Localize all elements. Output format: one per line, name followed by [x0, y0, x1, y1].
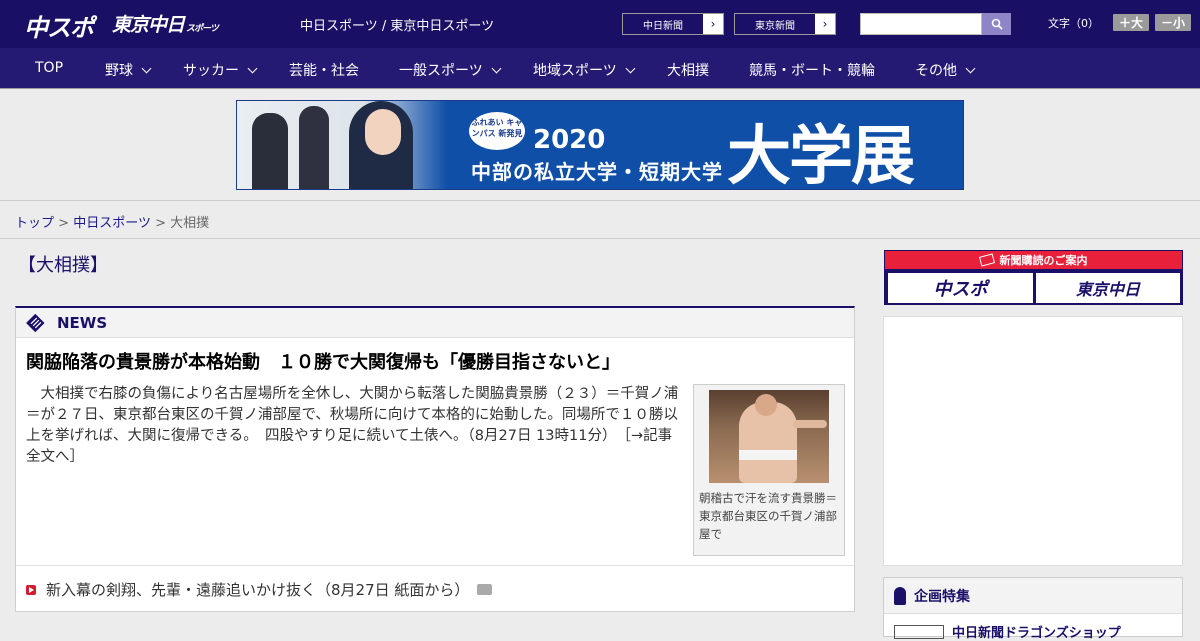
nav-item-other[interactable]: その他	[915, 60, 976, 80]
chunichi-shimbun-label: 中日新聞	[623, 14, 703, 34]
nav-label: 芸能・社会	[289, 63, 359, 79]
nav-item-top[interactable]: TOP	[35, 60, 63, 76]
subscribe-tokyo-chunichi-button[interactable]: 東京中日	[1036, 273, 1180, 303]
ribbon-icon	[894, 586, 906, 605]
nav-item-entertainment[interactable]: 芸能・社会	[289, 60, 359, 80]
breadcrumb-top[interactable]: トップ	[15, 216, 54, 231]
news-headline[interactable]: 関脇陥落の貴景勝が本格始動 １０勝で大関復帰も「優勝目指さないと」	[26, 348, 620, 374]
nav-item-baseball[interactable]: 野球	[105, 60, 152, 80]
chevron-right-icon: ›	[703, 14, 723, 34]
nav-item-sumo[interactable]: 大相撲	[667, 60, 709, 80]
font-bigger-button[interactable]: ＋大	[1113, 14, 1150, 31]
breadcrumb-separator: >	[155, 216, 166, 231]
play-bullet-icon	[26, 584, 36, 595]
banner-badge: ふれあい キャンパス 新発見	[469, 112, 525, 150]
breadcrumb-separator: >	[58, 216, 70, 231]
news-photo-box: 朝稽古で汗を流す貴景勝＝東京都台東区の千賀ノ浦部屋で	[693, 384, 845, 556]
subscribe-header: 新聞購読のご案内	[885, 251, 1182, 269]
chunichi-sports-logo[interactable]: 中スポ	[24, 8, 94, 42]
feature-heading: 企画特集	[914, 588, 970, 605]
university-fair-banner[interactable]: ふれあい キャンパス 新発見 2020 中部の私立大学・短期大学 大学展	[236, 100, 964, 190]
site-header: 中スポ 東京中日 スポーツ 中日スポーツ / 東京中日スポーツ 中日新聞 › 東京…	[0, 0, 1200, 48]
breadcrumb: トップ > 中日スポーツ > 大相撲	[15, 212, 209, 231]
tokyo-chunichi-logo-text: 東京中日	[112, 14, 185, 36]
feature-header: 企画特集	[884, 578, 1182, 614]
news-box: NEWS 関脇陥落の貴景勝が本格始動 １０勝で大関復帰も「優勝目指さないと」 大…	[15, 306, 855, 612]
search-button[interactable]	[982, 13, 1011, 35]
nav-item-soccer[interactable]: サッカー	[183, 60, 258, 80]
font-smaller-button[interactable]: －小	[1155, 14, 1192, 31]
tokyo-chunichi-logo-small: スポーツ	[186, 24, 219, 34]
feature-item-label: 中日新聞ドラゴンズショップ	[952, 626, 1121, 641]
nav-label: TOP	[35, 60, 64, 76]
search-form	[860, 13, 1011, 35]
nav-label: 大相撲	[667, 63, 709, 79]
subscription-box: 新聞購読のご案内 中スポ 東京中日	[884, 250, 1183, 305]
chevron-down-icon	[965, 63, 976, 73]
chevron-down-icon	[625, 63, 636, 73]
nav-label: 競馬・ボート・競輪	[749, 63, 875, 79]
nav-item-racing[interactable]: 競馬・ボート・競輪	[749, 60, 875, 80]
search-icon	[991, 18, 1003, 30]
breadcrumb-current: 大相撲	[170, 216, 210, 231]
sumo-wrestler-photo[interactable]	[709, 390, 829, 483]
feature-item[interactable]: 中日新聞ドラゴンズショップ	[894, 622, 1121, 641]
chunichi-shimbun-link[interactable]: 中日新聞 ›	[622, 13, 724, 35]
tokyo-shimbun-label: 東京新聞	[735, 14, 815, 34]
nav-item-general-sports[interactable]: 一般スポーツ	[399, 60, 502, 80]
related-news-item[interactable]: 新入幕の剣翔、先輩・遠藤追いかけ抜く（8月27日 紙面から）	[16, 565, 854, 613]
subscribe-chunichi-sports-button[interactable]: 中スポ	[888, 273, 1033, 303]
banner-big-text: 大学展	[727, 120, 915, 190]
camera-icon	[477, 584, 493, 595]
font-size-label: 文字（0）	[1048, 16, 1099, 30]
chevron-down-icon	[141, 63, 152, 73]
breadcrumb-bar: トップ > 中日スポーツ > 大相撲	[0, 200, 1200, 239]
related-news-link[interactable]: 新入幕の剣翔、先輩・遠藤追いかけ抜く（8月27日 紙面から）	[46, 579, 469, 600]
banner-photo	[237, 101, 447, 189]
banner-subtitle: 中部の私立大学・短期大学	[471, 160, 723, 184]
feature-thumbnail	[894, 624, 944, 639]
chevron-right-icon: ›	[815, 14, 835, 34]
nav-label: 野球	[105, 63, 133, 79]
nav-label: サッカー	[183, 63, 239, 79]
news-header: NEWS	[16, 308, 854, 338]
nav-item-local-sports[interactable]: 地域スポーツ	[533, 60, 636, 80]
banner-year: 2020	[533, 125, 606, 155]
newspaper-icon	[978, 253, 995, 267]
news-heading: NEWS	[57, 313, 108, 332]
newspaper-icon	[26, 313, 45, 332]
category-title: 【大相撲】	[18, 255, 108, 276]
news-body: 大相撲で右膝の負傷により名古屋場所を全休し、大関から転落した関脇貴景勝（２３）＝…	[26, 386, 679, 465]
nav-label: 一般スポーツ	[399, 63, 483, 79]
nav-label: その他	[915, 63, 957, 79]
nav-label: 地域スポーツ	[533, 63, 617, 79]
tokyo-chunichi-logo[interactable]: 東京中日 スポーツ	[112, 10, 219, 38]
photo-caption: 朝稽古で汗を流す貴景勝＝東京都台東区の千賀ノ浦部屋で	[699, 491, 837, 541]
sidebar-ad-slot	[883, 316, 1183, 566]
breadcrumb-section[interactable]: 中日スポーツ	[73, 216, 151, 231]
subscribe-label: 新聞購読のご案内	[999, 254, 1088, 267]
chevron-down-icon	[491, 63, 502, 73]
tokyo-shimbun-link[interactable]: 東京新聞 ›	[734, 13, 836, 35]
search-input[interactable]	[860, 13, 982, 35]
feature-box: 企画特集 中日新聞ドラゴンズショップ	[883, 577, 1183, 641]
font-size-controls: 文字（0） ＋大 －小	[1048, 14, 1192, 31]
chevron-down-icon	[247, 63, 258, 73]
main-nav: TOP 野球 サッカー 芸能・社会 一般スポーツ 地域スポーツ 大相撲 競馬・ボ…	[0, 48, 1200, 89]
site-title[interactable]: 中日スポーツ / 東京中日スポーツ	[300, 15, 494, 34]
